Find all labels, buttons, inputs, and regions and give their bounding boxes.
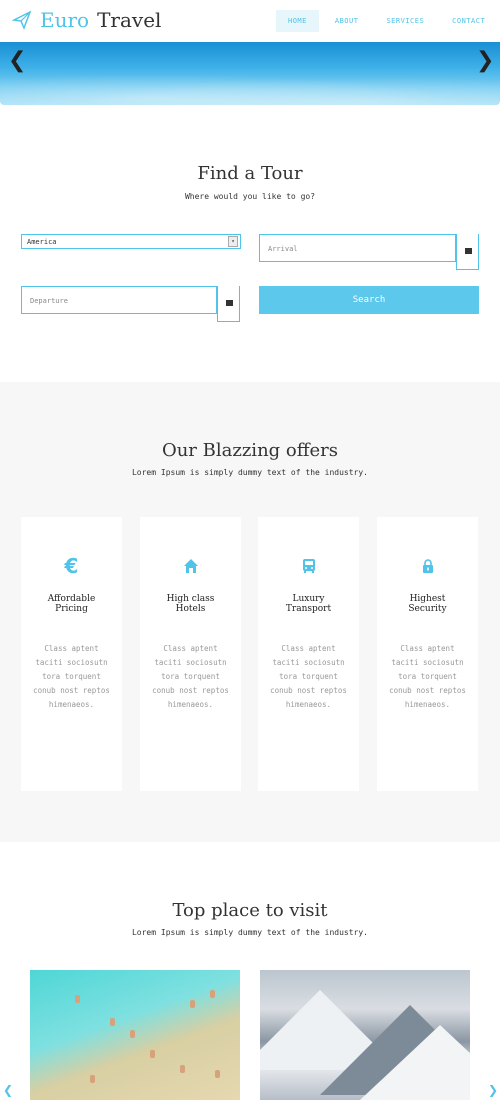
main-nav: HOME ABOUT SERVICES CONTACT	[276, 10, 500, 32]
chevron-right-icon[interactable]: ❯	[476, 48, 494, 73]
place-image-mountains[interactable]	[260, 970, 470, 1100]
destination-value: America	[27, 238, 57, 246]
nav-services[interactable]: SERVICES	[374, 10, 436, 32]
offer-card: High class Hotels Class aptent taciti soc…	[140, 517, 241, 791]
places-subtitle: Lorem Ipsum is simply dummy text of the …	[131, 928, 368, 937]
calendar-icon[interactable]	[217, 286, 240, 322]
offer-card-text: Class aptent taciti sociosutn tora torqu…	[389, 644, 466, 709]
departure-field[interactable]: Departure	[21, 286, 217, 314]
home-icon	[140, 555, 241, 577]
search-button[interactable]: Search	[259, 286, 479, 314]
logo[interactable]: Euro Travel	[12, 8, 161, 32]
find-tour-title: Find a Tour	[197, 163, 303, 184]
euro-icon: €	[64, 554, 79, 578]
offers-title: Our Blazzing offers	[161, 440, 339, 461]
nav-home[interactable]: HOME	[276, 10, 319, 32]
offer-card-text: Class aptent taciti sociosutn tora torqu…	[33, 644, 110, 709]
place-image-beach[interactable]	[30, 970, 240, 1100]
offer-card-text: Class aptent taciti sociosutn tora torqu…	[152, 644, 229, 709]
chevron-left-icon[interactable]: ❮	[3, 1083, 13, 1097]
arrival-field[interactable]: Arrival	[259, 234, 456, 262]
offer-card: € Affordable Pricing Class aptent taciti …	[21, 517, 122, 791]
chevron-right-icon[interactable]: ❯	[488, 1083, 498, 1097]
nav-about[interactable]: ABOUT	[323, 10, 371, 32]
nav-contact[interactable]: CONTACT	[440, 10, 497, 32]
find-tour-subtitle: Where would you like to go?	[184, 192, 316, 201]
offer-card-text: Class aptent taciti sociosutn tora torqu…	[270, 644, 347, 709]
calendar-icon[interactable]	[456, 234, 479, 270]
offer-card-title: Luxury Transport	[285, 594, 332, 614]
site-header: Euro Travel HOME ABOUT SERVICES CONTACT	[0, 0, 500, 42]
offers-subtitle: Lorem Ipsum is simply dummy text of the …	[131, 468, 368, 477]
logo-text-euro: Euro	[40, 8, 90, 32]
offer-card-title: High class Hotels	[166, 594, 215, 614]
chevron-down-icon[interactable]: ▾	[228, 236, 238, 247]
hero-banner: ❮ ❯	[0, 42, 500, 105]
logo-text-travel: Travel	[97, 8, 162, 32]
offer-card-title: Highest Security	[408, 594, 447, 614]
offer-card: Luxury Transport Class aptent taciti soci…	[258, 517, 359, 791]
paper-plane-icon	[12, 10, 32, 30]
departure-placeholder: Departure	[30, 297, 68, 305]
places-title: Top place to visit	[172, 900, 328, 921]
lock-icon	[377, 555, 478, 577]
destination-select[interactable]: America ▾	[21, 234, 241, 249]
offer-card: Highest Security Class aptent taciti soci…	[377, 517, 478, 791]
arrival-placeholder: Arrival	[268, 245, 298, 253]
chevron-left-icon[interactable]: ❮	[8, 48, 26, 73]
hero-image	[0, 70, 500, 105]
offer-card-title: Affordable Pricing	[47, 594, 96, 614]
bus-icon	[258, 555, 359, 577]
